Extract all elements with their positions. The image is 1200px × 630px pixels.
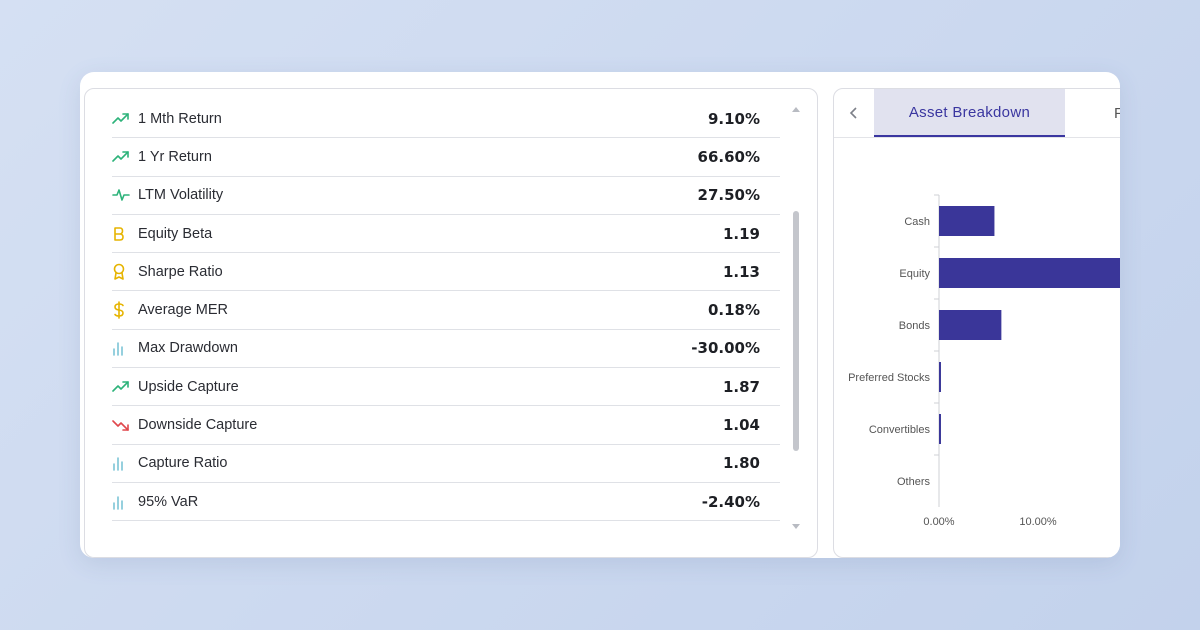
- dollar-icon: [112, 301, 138, 319]
- category-label: Cash: [904, 216, 930, 228]
- asset-breakdown-panel: Asset Breakdown F Cash Equity Bonds Preferr…: [833, 88, 1120, 558]
- pulse-icon: [112, 188, 138, 202]
- category-label: Convertibles: [869, 424, 931, 436]
- metric-row: Upside Capture 1.87: [112, 368, 780, 407]
- metric-value: 1.04: [722, 416, 760, 435]
- metric-label: Capture Ratio: [138, 455, 228, 472]
- metric-value: 9.10%: [707, 109, 760, 128]
- category-label: Equity: [899, 268, 930, 280]
- metric-value: 1.19: [722, 224, 760, 243]
- metric-row: Capture Ratio 1.80: [112, 445, 780, 483]
- scroll-down-arrow-icon[interactable]: [792, 524, 800, 529]
- bar-chart-icon: [112, 340, 138, 357]
- category-label: Preferred Stocks: [848, 372, 930, 384]
- metric-value: -30.00%: [691, 339, 760, 358]
- metric-label: 95% VaR: [138, 493, 199, 510]
- metric-label: Average MER: [138, 302, 228, 319]
- metric-row: Downside Capture 1.04: [112, 406, 780, 445]
- metric-label: LTM Volatility: [138, 187, 224, 204]
- scrollbar-thumb[interactable]: [793, 211, 799, 451]
- tab-asset-breakdown[interactable]: Asset Breakdown: [874, 89, 1065, 137]
- metric-value: 66.60%: [697, 147, 760, 166]
- metrics-panel: 1 Mth Return 9.10% 1 Yr Return 66.60% LTM Vo…: [84, 88, 818, 558]
- metric-row: Max Drawdown -30.00%: [112, 330, 780, 369]
- tab-bar: Asset Breakdown F: [834, 89, 1120, 138]
- asset-breakdown-chart: Cash Equity Bonds Preferred Stocks Convertib…: [848, 194, 1120, 528]
- award-icon: [112, 263, 138, 281]
- metric-row: 1 Mth Return 9.10%: [112, 100, 780, 139]
- metric-row: 95% VaR -2.40%: [112, 483, 780, 522]
- bar-convertibles[interactable]: [939, 414, 941, 444]
- metric-label: Equity Beta: [138, 225, 213, 242]
- trend-down-icon: [112, 418, 138, 432]
- metric-label: Downside Capture: [138, 417, 258, 434]
- metric-value: 1.80: [722, 454, 760, 473]
- metric-label: 1 Yr Return: [138, 148, 212, 165]
- scrollbar[interactable]: [790, 103, 802, 533]
- scroll-up-arrow-icon[interactable]: [792, 107, 800, 112]
- metric-value: 1.87: [722, 377, 760, 396]
- category-label: Others: [897, 476, 931, 488]
- metric-row: LTM Volatility 27.50%: [112, 177, 780, 215]
- metric-label: Sharpe Ratio: [138, 263, 223, 280]
- metric-label: Upside Capture: [138, 378, 239, 395]
- bar-equity[interactable]: [939, 258, 1120, 288]
- metric-row: 1 Yr Return 66.60%: [112, 138, 780, 177]
- metrics-list: 1 Mth Return 9.10% 1 Yr Return 66.60% LTM Vo…: [112, 100, 780, 522]
- trend-up-icon: [112, 150, 138, 164]
- metric-value: 27.50%: [697, 186, 760, 205]
- metric-label: Max Drawdown: [138, 340, 238, 357]
- metric-value: 1.13: [722, 262, 760, 281]
- bar-preferred-stocks[interactable]: [939, 362, 941, 392]
- metric-value: 0.18%: [707, 301, 760, 320]
- metric-label: 1 Mth Return: [138, 110, 222, 127]
- chevron-left-icon[interactable]: [834, 89, 874, 137]
- beta-icon: [112, 226, 138, 242]
- trend-up-icon: [112, 380, 138, 394]
- category-label: Bonds: [899, 320, 931, 332]
- bar-cash[interactable]: [939, 206, 995, 236]
- bar-chart-icon: [112, 455, 138, 472]
- trend-up-icon: [112, 112, 138, 126]
- dashboard-card: 1 Mth Return 9.10% 1 Yr Return 66.60% LTM Vo…: [80, 72, 1120, 558]
- metric-row: Sharpe Ratio 1.13: [112, 253, 780, 292]
- bar-bonds[interactable]: [939, 310, 1002, 340]
- metric-value: -2.40%: [701, 492, 760, 511]
- metric-row: Average MER 0.18%: [112, 291, 780, 330]
- x-tick-label: 10.00%: [1019, 516, 1057, 528]
- tab-next-partial[interactable]: F: [1114, 89, 1120, 137]
- metric-row: Equity Beta 1.19: [112, 215, 780, 254]
- x-tick-label: 0.00%: [923, 516, 954, 528]
- bar-chart-icon: [112, 494, 138, 510]
